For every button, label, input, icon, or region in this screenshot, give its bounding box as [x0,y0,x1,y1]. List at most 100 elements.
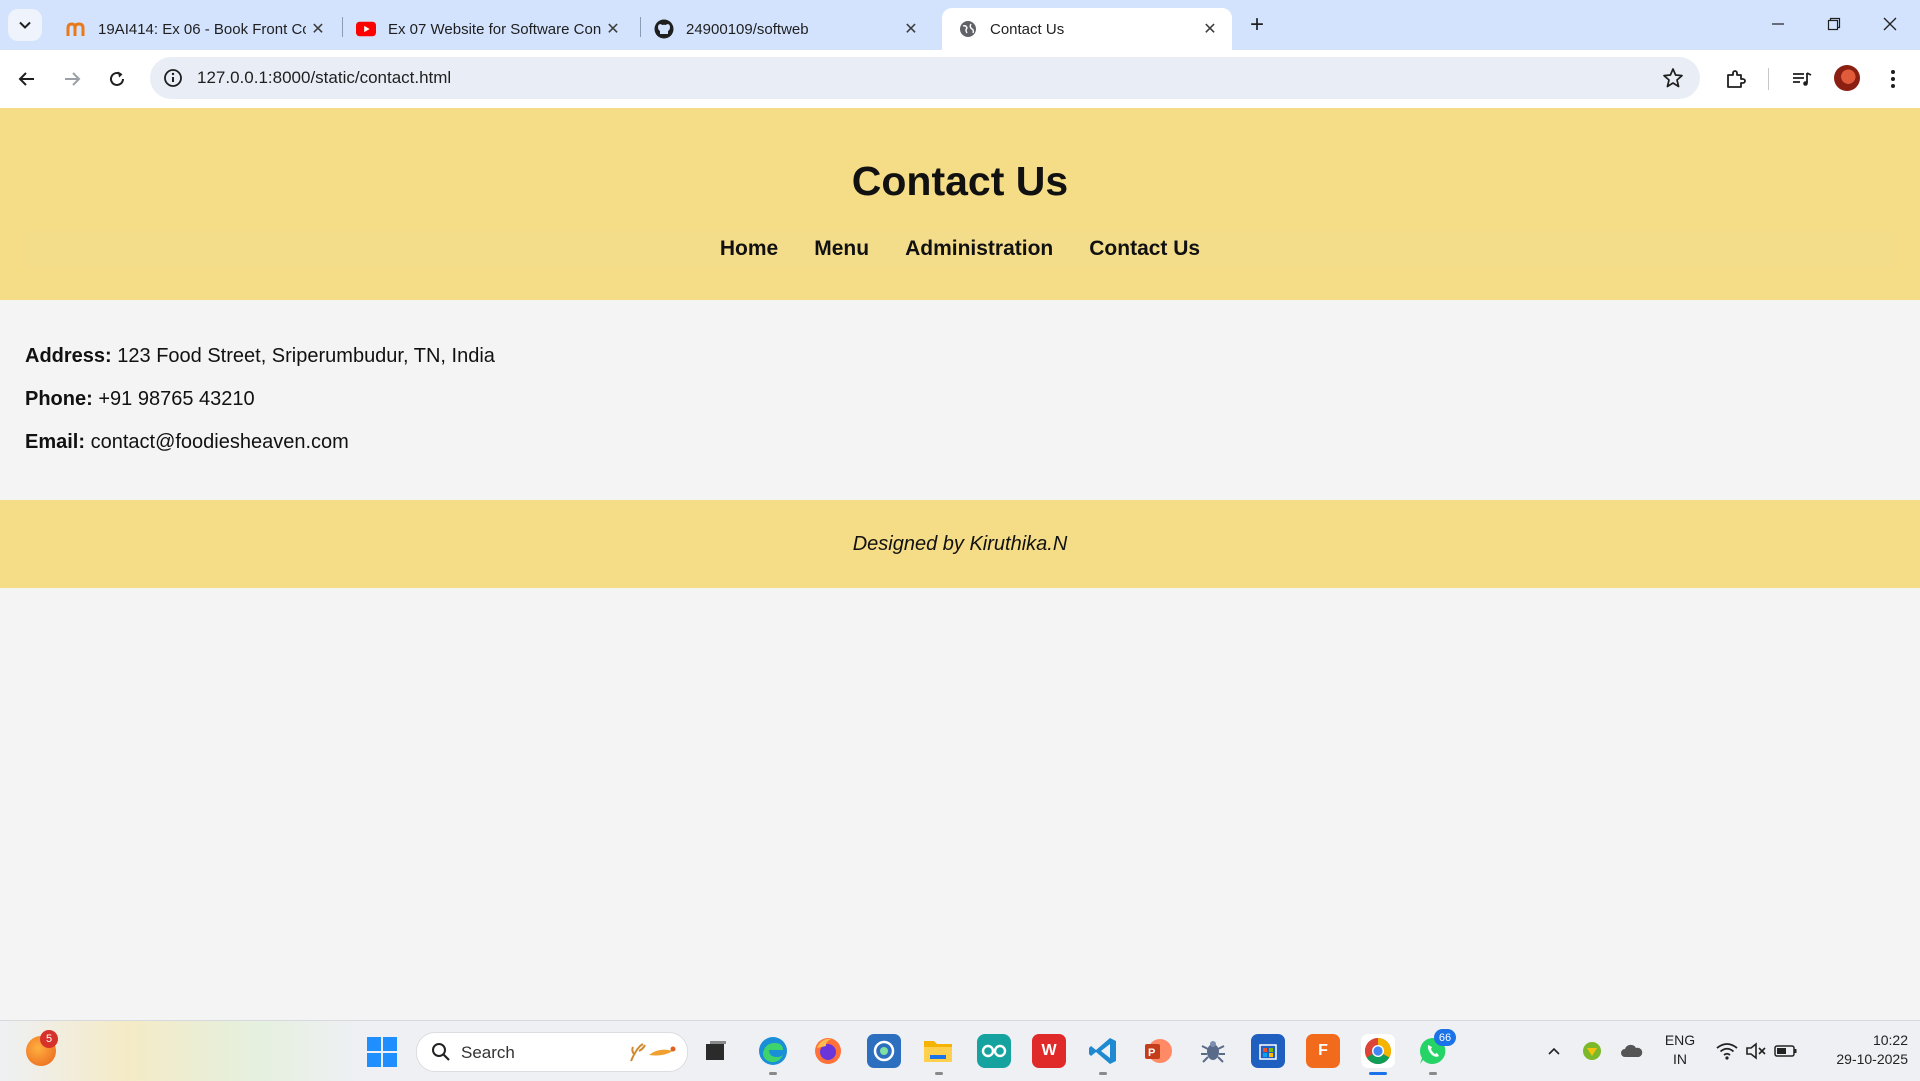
battery-button[interactable] [1773,1021,1799,1081]
restore-button[interactable] [1806,0,1862,48]
taskbar-app-bug[interactable] [1196,1034,1230,1068]
widget-badge: 5 [40,1030,58,1048]
taskbar: 5 Search W P F 66 ENG IN 10:22 29-10-202… [0,1020,1920,1081]
minimize-icon [1772,23,1784,25]
playlist-icon [1793,72,1812,86]
new-tab-button[interactable]: + [1243,11,1271,39]
profile-avatar[interactable] [1834,65,1860,91]
taskbar-task-view[interactable] [699,1034,733,1068]
language-code: ENG [1664,1032,1696,1048]
phone-line: Phone: +91 98765 43210 [25,387,495,411]
address-bar[interactable]: 127.0.0.1:8000/static/contact.html [150,57,1700,99]
forward-button[interactable] [55,62,89,96]
volume-button[interactable] [1743,1021,1769,1081]
page-viewport: Contact Us Home Menu Administration Cont… [0,108,1920,1020]
svg-text:P: P [1148,1047,1155,1059]
wifi-icon [1716,1043,1738,1060]
language-indicator[interactable]: ENG IN [1660,1031,1700,1069]
active-indicator [1369,1072,1387,1075]
back-button[interactable] [10,62,44,96]
tab-contact-us[interactable]: Contact Us ✕ [942,8,1232,50]
vscode-icon [1089,1038,1116,1064]
nav-link-administration[interactable]: Administration [905,237,1053,261]
minimize-button[interactable] [1750,0,1806,48]
taskbar-firefox[interactable] [811,1034,845,1068]
site-header: Contact Us Home Menu Administration Cont… [0,108,1920,300]
site-nav: Home Menu Administration Contact Us [25,231,1895,267]
volume-muted-icon [1746,1042,1766,1060]
onedrive-button[interactable] [1618,1021,1646,1081]
menu-button[interactable] [1876,62,1910,96]
close-icon[interactable]: ✕ [1198,17,1222,41]
running-indicator [1099,1072,1107,1075]
github-icon [654,19,674,39]
whatsapp-badge: 66 [1434,1029,1456,1046]
close-icon[interactable]: ✕ [601,17,625,41]
browser-toolbar: 127.0.0.1:8000/static/contact.html [0,50,1920,109]
tab-youtube[interactable]: Ex 07 Website for Software Con ✕ [340,8,635,50]
search-label: Search [461,1043,515,1062]
media-control-button[interactable] [1785,62,1819,96]
clock-time: 10:22 [1872,1032,1908,1048]
taskbar-wps[interactable]: W [1032,1034,1066,1068]
reload-icon [110,71,124,86]
tab-moodle[interactable]: 19AI414: Ex 06 - Book Front Co ✕ [50,8,340,50]
taskbar-chrome[interactable] [1361,1034,1395,1068]
tray-overflow-button[interactable] [1540,1021,1568,1081]
site-footer: Designed by Kiruthika.N [0,500,1920,588]
windows-logo-icon [367,1053,381,1067]
tray-app-button[interactable] [1578,1021,1606,1081]
bug-icon [1201,1041,1225,1063]
tray-app-icon [1583,1042,1601,1060]
tab-github[interactable]: 24900109/softweb ✕ [638,8,933,50]
phone-label: Phone: [25,388,93,410]
site-info-icon[interactable] [162,67,184,89]
taskbar-search[interactable]: Search [416,1032,688,1072]
moodle-icon [66,19,86,39]
address-value: 123 Food Street, Sriperumbudur, TN, Indi… [117,345,495,367]
tab-title: 24900109/softweb [686,20,809,38]
address-label: Address: [25,345,112,367]
tab-search-button[interactable] [8,9,42,41]
close-icon[interactable]: ✕ [306,17,330,41]
nav-link-contact-us[interactable]: Contact Us [1089,237,1200,261]
close-icon [1883,17,1897,31]
chrome-icon [1364,1037,1392,1065]
taskbar-app-f[interactable]: F [1306,1034,1340,1068]
clock-date: 29-10-2025 [1836,1051,1908,1067]
star-icon[interactable] [1662,67,1684,89]
windows-start-button[interactable] [367,1037,397,1067]
taskbar-arduino[interactable] [977,1034,1011,1068]
arrow-right-icon [65,72,81,86]
taskbar-edge[interactable] [756,1034,790,1068]
region-code: IN [1673,1051,1687,1067]
footer-credit: Designed by Kiruthika.N [852,532,1068,555]
close-icon[interactable]: ✕ [899,17,923,41]
taskbar-powerpoint[interactable]: P [1141,1034,1175,1068]
tab-title: Contact Us [990,20,1065,38]
close-window-button[interactable] [1862,0,1918,48]
nav-link-menu[interactable]: Menu [814,237,869,261]
extensions-button[interactable] [1719,62,1753,96]
page-title: Contact Us [851,158,1069,204]
more-vert-icon [1891,70,1895,88]
url-text[interactable]: 127.0.0.1:8000/static/contact.html [197,68,451,88]
task-view-icon [706,1041,726,1060]
nav-link-home[interactable]: Home [720,237,778,261]
taskbar-store[interactable] [1251,1034,1285,1068]
taskbar-clock[interactable]: 10:22 29-10-2025 [1808,1031,1908,1069]
taskbar-vscode[interactable] [1086,1034,1120,1068]
tab-strip: 19AI414: Ex 06 - Book Front Co ✕ Ex 07 W… [0,0,1920,50]
reload-button[interactable] [100,62,134,96]
email-label: Email: [25,431,86,453]
taskbar-app-blue[interactable] [867,1034,901,1068]
wps-icon: W [1041,1042,1057,1059]
windows-logo-icon [383,1037,397,1051]
windows-logo-icon [383,1053,397,1067]
wifi-button[interactable] [1714,1021,1740,1081]
running-indicator [935,1072,943,1075]
address-line: Address: 123 Food Street, Sriperumbudur,… [25,344,495,368]
email-value: contact@foodiesheaven.com [90,431,349,453]
taskbar-file-explorer[interactable] [921,1034,955,1068]
restore-icon [1827,17,1841,31]
